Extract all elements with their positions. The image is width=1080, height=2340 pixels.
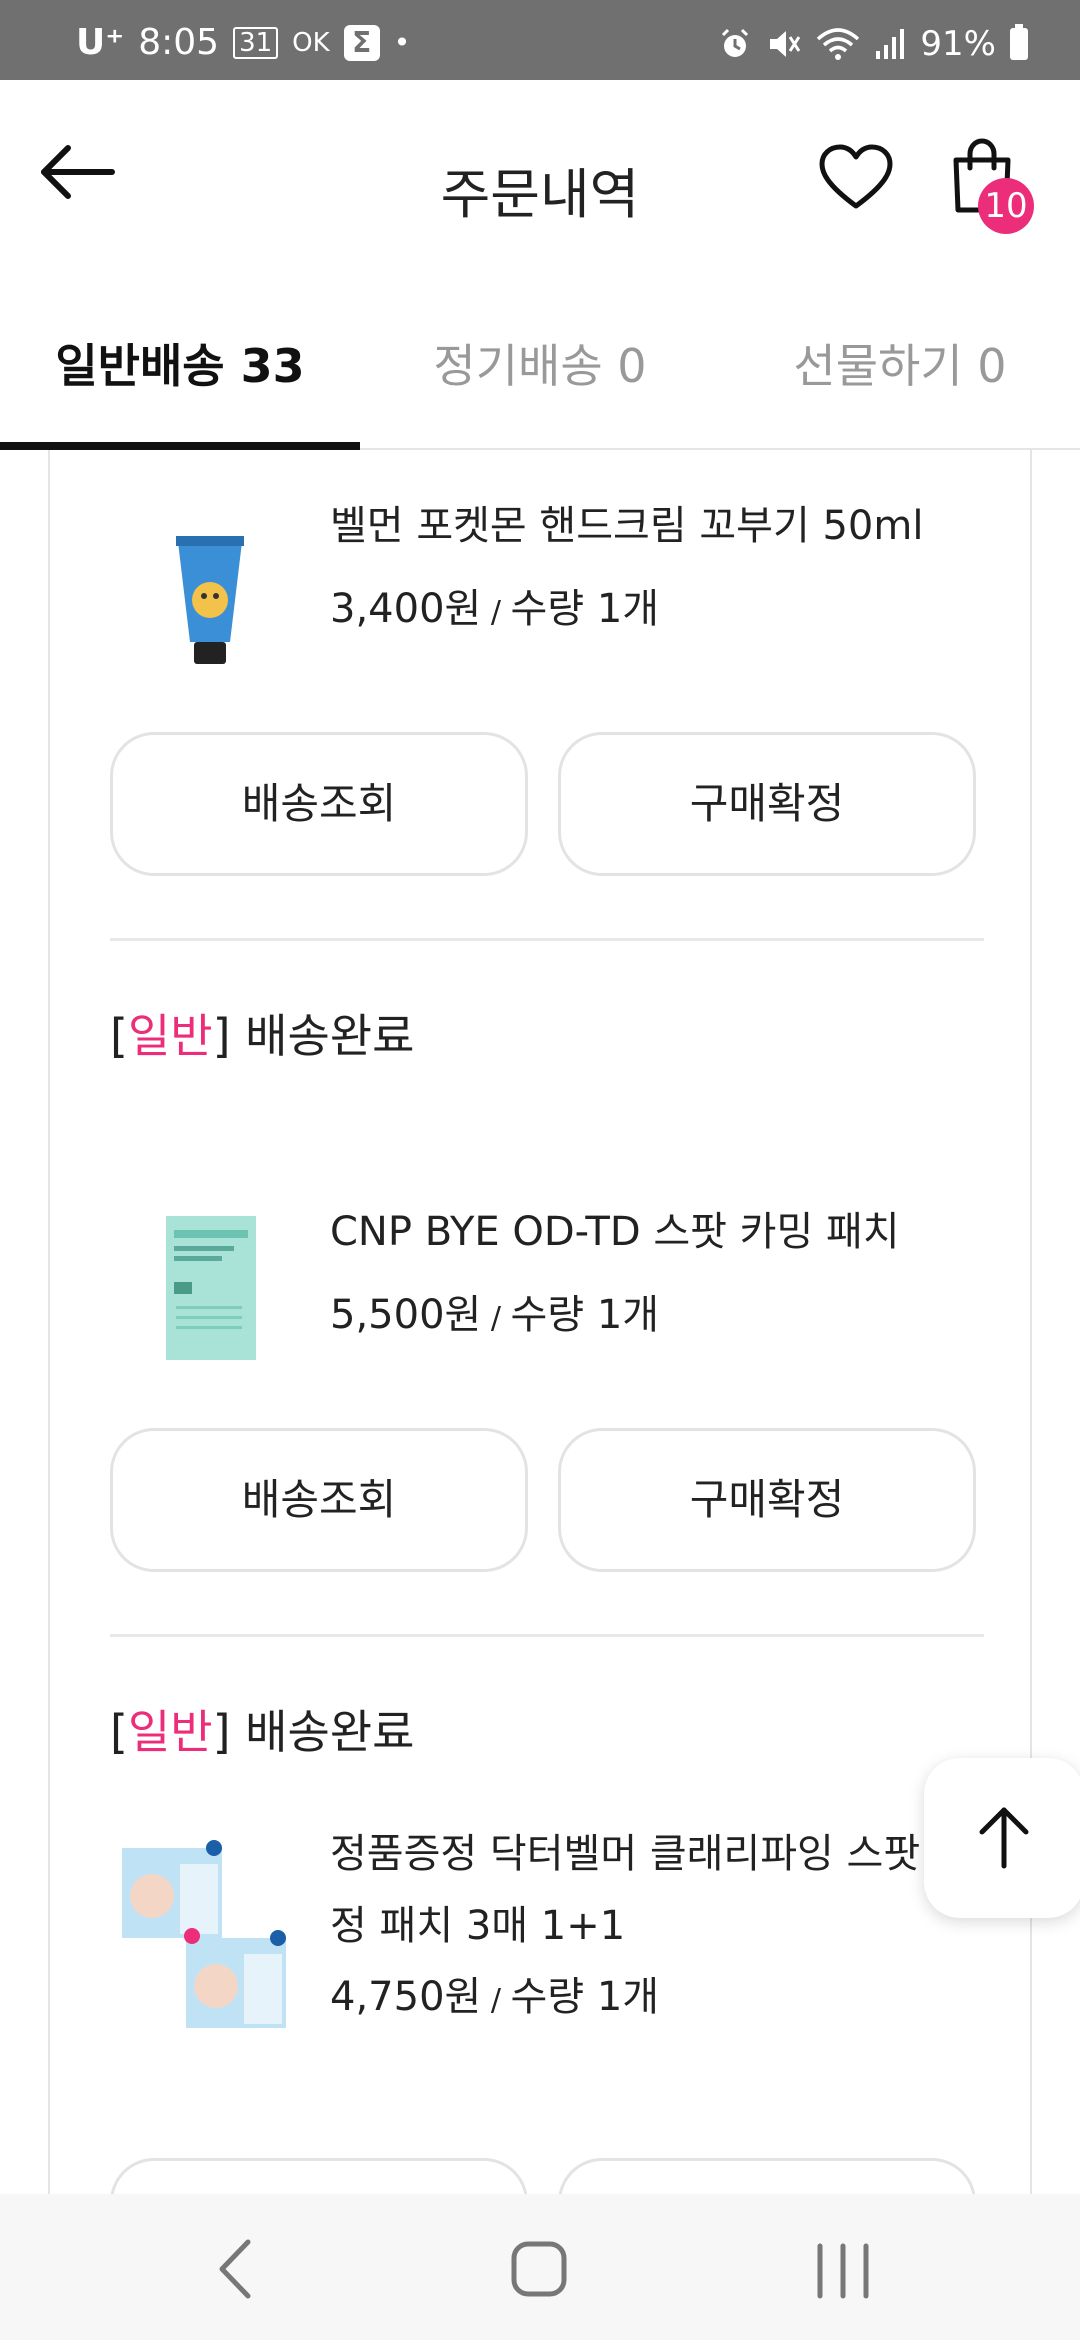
alarm-icon <box>722 28 749 57</box>
tab-subscription-delivery[interactable]: 정기배송 0 <box>360 330 720 396</box>
price-quantity: 3,400원 / 수량 1개 <box>330 576 659 634</box>
carrier-label: U⁺ <box>76 22 125 63</box>
delivery-status: 배송완료 <box>230 1705 415 1759</box>
battery-level: 91% <box>920 24 996 64</box>
product-image-handcream[interactable] <box>110 490 310 690</box>
clock: 8:05 <box>138 22 220 63</box>
product-name[interactable]: 벨먼 포켓몬 핸드크림 꼬부기 50ml <box>330 490 990 562</box>
status-bar-right: 91% <box>718 24 1028 64</box>
confirm-purchase-button[interactable]: 구매확정 <box>558 1428 976 1572</box>
wifi-icon <box>817 28 860 60</box>
product-quantity: 수량 1개 <box>510 586 660 632</box>
order-item-2[interactable]: CNP BYE OD-TD 스팟 카밍 패치 5,500원 / 수량 1개 <box>110 1186 990 1386</box>
tab-gift[interactable]: 선물하기 0 <box>720 330 1080 396</box>
status-bracket-open: [ <box>110 1009 128 1063</box>
status-bracket-close: ] <box>212 1009 231 1063</box>
sigma-icon: Σ <box>343 24 380 61</box>
order-tabs: 일반배송 33 정기배송 0 선물하기 0 <box>0 290 1080 450</box>
order-divider <box>110 938 984 941</box>
page-title: 주문내역 <box>440 163 640 226</box>
status-bracket-open: [ <box>110 1705 128 1759</box>
system-back-button[interactable] <box>206 2234 266 2304</box>
status-bar-left: U⁺ 8:05 31 OK Σ • <box>76 22 410 63</box>
product-name[interactable]: 정품증정 닥터벨머 클래리파잉 스팟 진정 패치 3매 1+1 <box>330 1818 990 1962</box>
price-separator: / <box>481 595 511 630</box>
track-delivery-button[interactable]: 배송조회 <box>110 1428 528 1572</box>
wishlist-button[interactable] <box>818 144 898 214</box>
system-navigation-bar <box>0 2194 1080 2340</box>
price-separator: / <box>481 1983 511 2018</box>
recent-apps-icon <box>817 2243 869 2299</box>
heart-icon <box>819 144 893 209</box>
product-image-patch[interactable] <box>110 1186 310 1386</box>
calendar-icon: 31 <box>233 26 279 59</box>
battery-icon <box>1010 24 1028 60</box>
tab-regular-delivery[interactable]: 일반배송 33 <box>0 330 360 396</box>
ok-cashbag-icon: OK <box>292 27 330 58</box>
cart-count-badge: 10 <box>978 178 1034 234</box>
delivery-category: 일반 <box>127 1009 213 1063</box>
price-separator: / <box>481 1301 511 1336</box>
order-3-button-left[interactable] <box>110 2158 528 2194</box>
track-delivery-button[interactable]: 배송조회 <box>110 732 528 876</box>
delivery-category: 일반 <box>127 1705 213 1759</box>
product-price: 4,750원 <box>330 1974 482 2020</box>
confirm-purchase-button[interactable]: 구매확정 <box>558 732 976 876</box>
order-3-button-right[interactable] <box>558 2158 976 2194</box>
product-image-clarifying-patch[interactable] <box>110 1828 310 2068</box>
order-item-1[interactable]: 벨먼 포켓몬 핸드크림 꼬부기 50ml 3,400원 / 수량 1개 <box>110 490 990 690</box>
price-quantity: 5,500원 / 수량 1개 <box>330 1282 659 1340</box>
order-status-2: [일반] 배송완료 <box>110 1000 414 1066</box>
notification-dot-icon: • <box>393 26 411 59</box>
product-price: 3,400원 <box>330 586 482 632</box>
arrow-up-icon <box>979 1807 1029 1869</box>
product-price: 5,500원 <box>330 1292 482 1338</box>
active-tab-indicator <box>0 442 360 450</box>
app-header: 주문내역 10 <box>0 80 1080 290</box>
signal-icon <box>876 29 905 59</box>
home-square-icon <box>511 2241 567 2297</box>
order-item-3[interactable]: 정품증정 닥터벨머 클래리파잉 스팟 진정 패치 3매 1+1 4,750원 /… <box>110 1828 990 2068</box>
scroll-to-top-button[interactable] <box>924 1758 1080 1918</box>
status-bracket-close: ] <box>212 1705 231 1759</box>
order-card: 벨먼 포켓몬 핸드크림 꼬부기 50ml 3,400원 / 수량 1개 배송조회… <box>48 450 1032 2194</box>
product-name[interactable]: CNP BYE OD-TD 스팟 카밍 패치 <box>330 1196 990 1268</box>
order-divider <box>110 1634 984 1637</box>
price-quantity: 4,750원 / 수량 1개 <box>330 1964 659 2022</box>
order-status-3: [일반] 배송완료 <box>110 1696 414 1762</box>
delivery-status: 배송완료 <box>230 1009 415 1063</box>
mute-icon <box>770 31 801 57</box>
status-bar: U⁺ 8:05 31 OK Σ • 91% <box>0 0 1080 80</box>
product-quantity: 수량 1개 <box>510 1292 660 1338</box>
spot-patch-package-image <box>166 1216 256 1360</box>
system-home-button[interactable] <box>508 2238 570 2300</box>
order-list[interactable]: 벨먼 포켓몬 핸드크림 꼬부기 50ml 3,400원 / 수량 1개 배송조회… <box>0 450 1080 2194</box>
system-recent-apps-button[interactable] <box>810 2238 876 2304</box>
clarifying-patch-set-image <box>122 1840 286 2028</box>
product-quantity: 수량 1개 <box>510 1974 660 2020</box>
handcream-tube-image <box>176 536 244 664</box>
chevron-left-icon <box>219 2239 251 2299</box>
